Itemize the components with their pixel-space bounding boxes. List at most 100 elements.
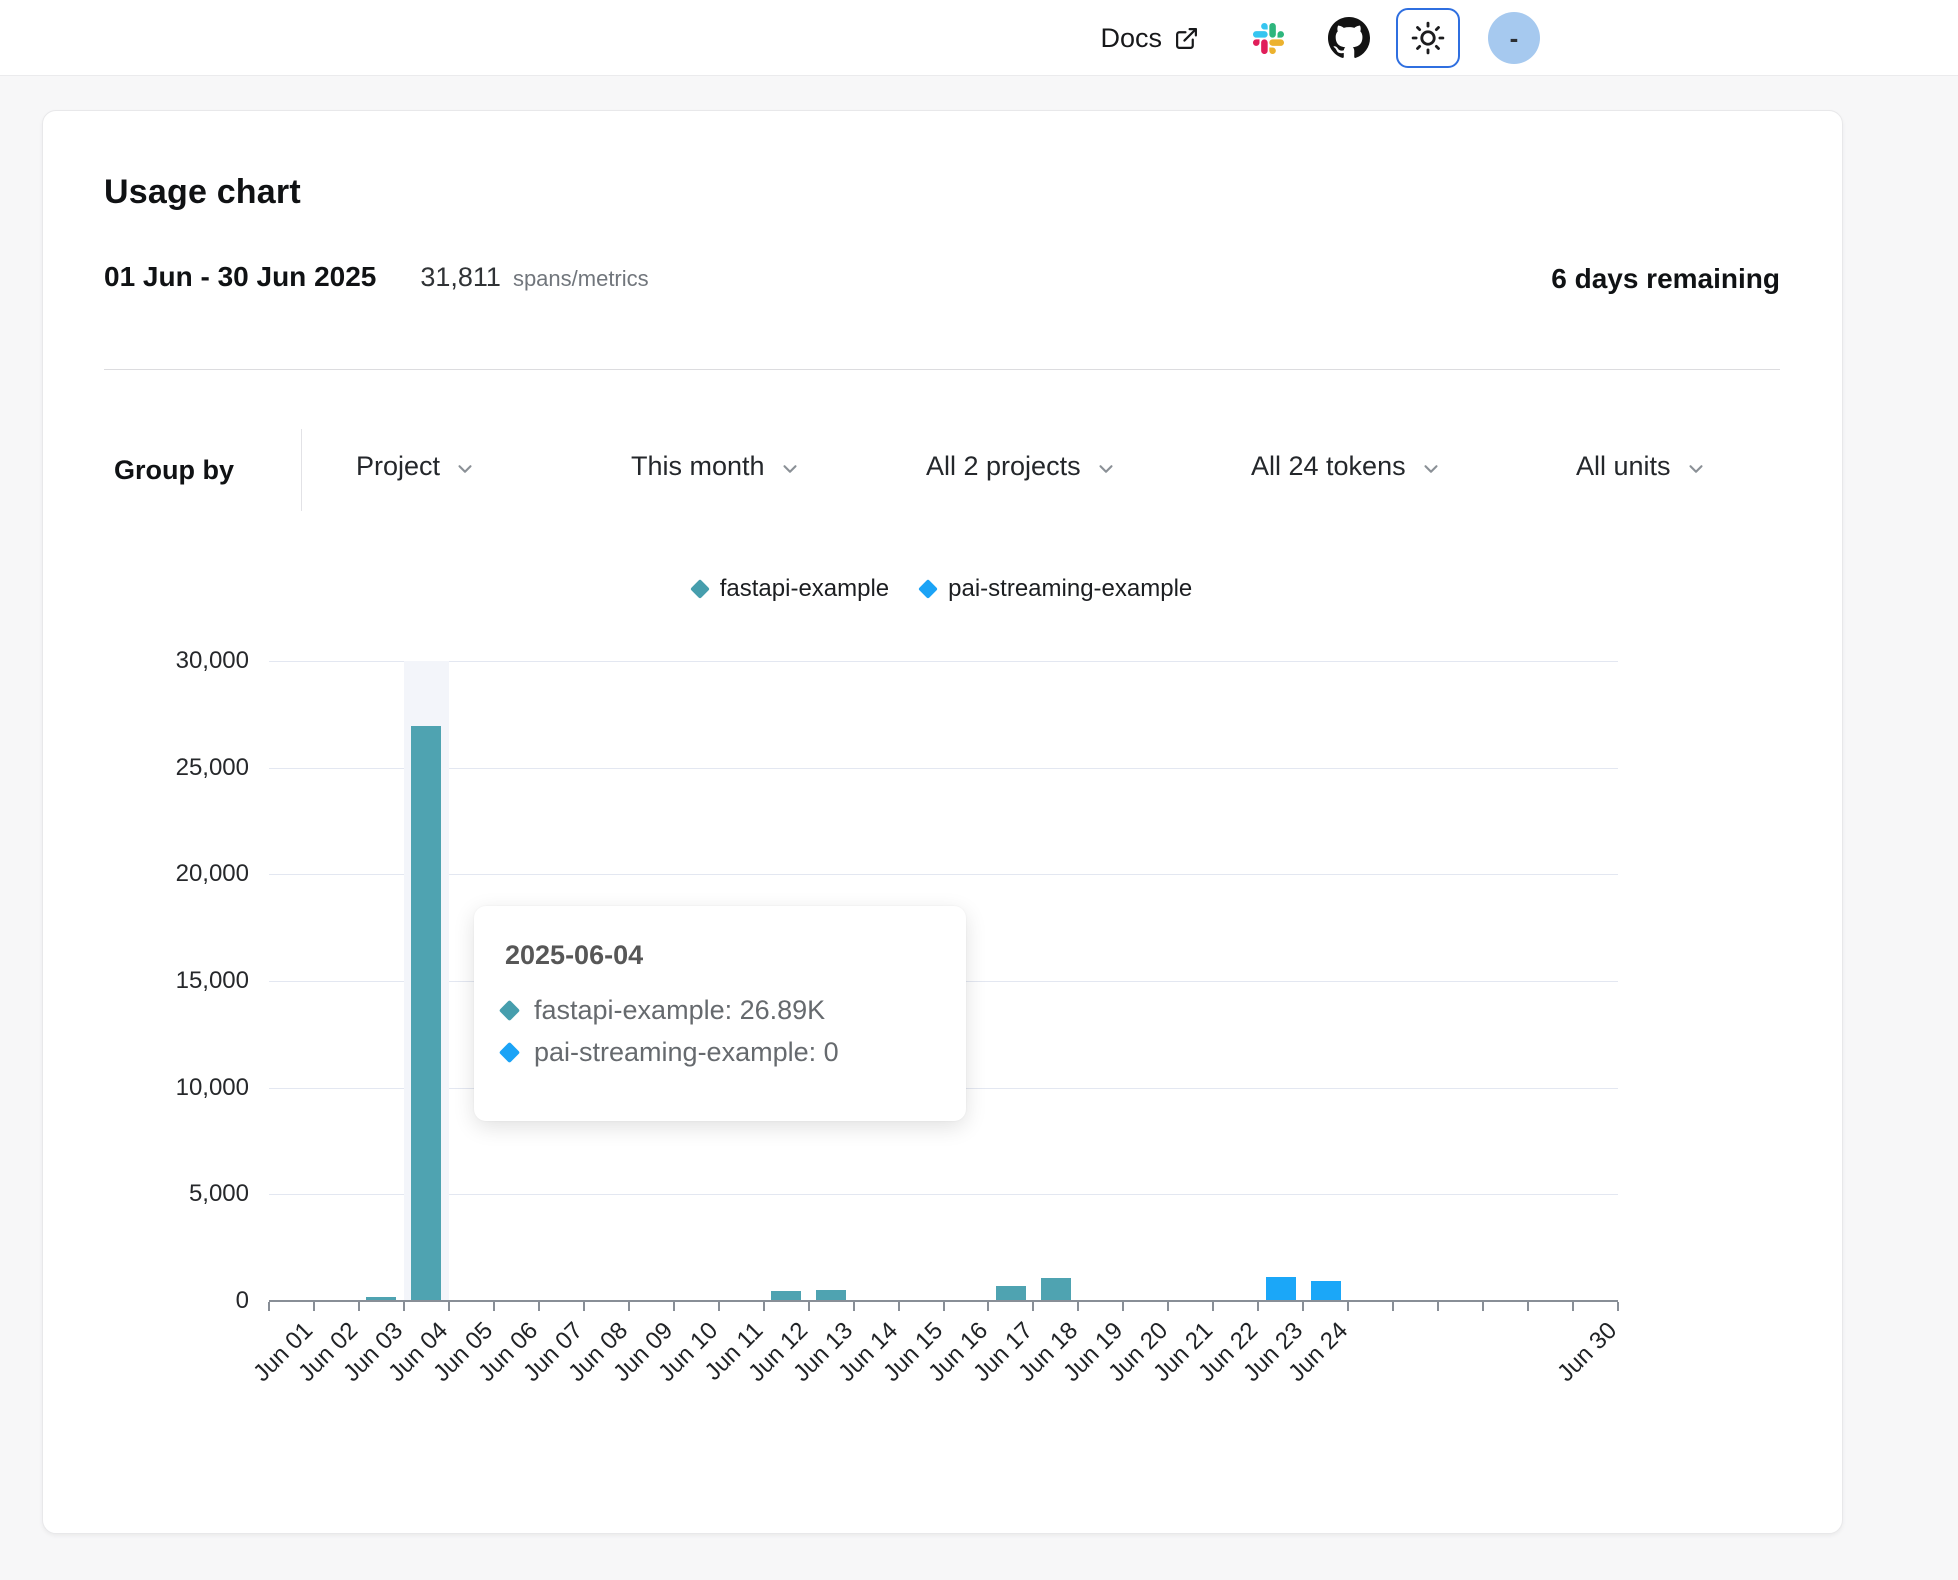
y-axis-label: 20,000	[109, 860, 249, 888]
x-axis-tick	[268, 1302, 270, 1311]
diamond-icon	[918, 579, 938, 599]
bar[interactable]	[996, 1286, 1026, 1300]
x-axis-tick	[898, 1302, 900, 1311]
total-unit: spans/metrics	[513, 266, 649, 292]
bar[interactable]	[1311, 1281, 1341, 1300]
bar[interactable]	[1266, 1277, 1296, 1300]
page-title: Usage chart	[104, 173, 301, 212]
chevron-down-icon	[1685, 458, 1707, 480]
group-by-project-dropdown[interactable]: Project	[356, 451, 476, 482]
y-axis-label: 30,000	[109, 647, 249, 675]
avatar-label: -	[1510, 23, 1519, 54]
x-axis-tick	[853, 1302, 855, 1311]
x-axis-tick	[1032, 1302, 1034, 1311]
tooltip-item: pai-streaming-example: 0	[502, 1031, 938, 1073]
legend-label: fastapi-example	[720, 575, 889, 603]
x-axis-tick	[1392, 1302, 1394, 1311]
days-remaining: 6 days remaining	[1551, 263, 1780, 295]
tooltip-item-text: pai-streaming-example: 0	[534, 1037, 839, 1068]
period-row: 01 Jun - 30 Jun 2025 31,811 spans/metric…	[104, 261, 1780, 301]
x-axis-tick	[1257, 1302, 1259, 1311]
x-axis-tick	[313, 1302, 315, 1311]
y-axis-label: 5,000	[109, 1180, 249, 1208]
x-axis-tick	[1617, 1302, 1619, 1311]
tokens-filter-dropdown[interactable]: All 24 tokens	[1251, 451, 1442, 482]
x-axis-tick	[1347, 1302, 1349, 1311]
external-link-icon	[1174, 26, 1199, 51]
x-axis-tick	[1527, 1302, 1529, 1311]
x-axis-tick	[1437, 1302, 1439, 1311]
diamond-icon	[690, 579, 710, 599]
x-axis-tick	[808, 1302, 810, 1311]
x-axis-tick	[448, 1302, 450, 1311]
tooltip-item: fastapi-example: 26.89K	[502, 989, 938, 1031]
x-axis-tick	[1572, 1302, 1574, 1311]
docs-link-label: Docs	[1100, 23, 1162, 54]
tooltip-items: fastapi-example: 26.89K pai-streaming-exa…	[502, 989, 938, 1073]
dropdown-label: All units	[1576, 451, 1671, 482]
y-axis-label: 10,000	[109, 1074, 249, 1102]
filter-row: Group by Project This month All 2 projec…	[43, 449, 1842, 493]
tooltip-item-text: fastapi-example: 26.89K	[534, 995, 825, 1026]
chevron-down-icon	[1095, 458, 1117, 480]
x-axis-tick	[358, 1302, 360, 1311]
y-grid-line	[269, 661, 1618, 662]
x-axis-tick	[1167, 1302, 1169, 1311]
dropdown-label: Project	[356, 451, 440, 482]
date-range-dropdown[interactable]: This month	[631, 451, 801, 482]
chart-tooltip: 2025-06-04 fastapi-example: 26.89K pai-st…	[474, 906, 966, 1121]
x-axis-label: Jun 30	[1553, 1317, 1624, 1388]
x-axis-tick	[1077, 1302, 1079, 1311]
dropdown-label: All 24 tokens	[1251, 451, 1406, 482]
x-axis-tick	[1122, 1302, 1124, 1311]
x-axis-tick	[943, 1302, 945, 1311]
legend-label: pai-streaming-example	[948, 575, 1192, 603]
docs-link[interactable]: Docs	[1100, 23, 1199, 54]
usage-card: Usage chart 01 Jun - 30 Jun 2025 31,811 …	[42, 110, 1843, 1534]
x-axis-tick	[403, 1302, 405, 1311]
chevron-down-icon	[779, 458, 801, 480]
theme-toggle-button[interactable]	[1396, 8, 1460, 68]
date-range: 01 Jun - 30 Jun 2025	[104, 261, 376, 293]
x-axis-tick	[583, 1302, 585, 1311]
avatar[interactable]: -	[1488, 12, 1540, 64]
diamond-icon	[499, 1041, 520, 1062]
x-axis-tick	[628, 1302, 630, 1311]
y-axis-label: 0	[109, 1287, 249, 1315]
dropdown-label: This month	[631, 451, 765, 482]
legend-item[interactable]: pai-streaming-example	[921, 575, 1192, 603]
x-axis-tick	[1212, 1302, 1214, 1311]
x-axis-tick	[718, 1302, 720, 1311]
projects-filter-dropdown[interactable]: All 2 projects	[926, 451, 1117, 482]
units-filter-dropdown[interactable]: All units	[1576, 451, 1707, 482]
diamond-icon	[499, 999, 520, 1020]
sun-icon	[1411, 21, 1445, 55]
total-count: 31,811	[420, 262, 501, 293]
group-by-label: Group by	[114, 455, 234, 486]
x-axis-tick	[987, 1302, 989, 1311]
bar[interactable]	[1041, 1278, 1071, 1300]
legend-item[interactable]: fastapi-example	[693, 575, 889, 603]
dropdown-label: All 2 projects	[926, 451, 1081, 482]
tooltip-title: 2025-06-04	[505, 940, 938, 971]
x-axis-tick	[673, 1302, 675, 1311]
topbar-actions: Docs	[1100, 0, 1540, 76]
x-axis-tick	[538, 1302, 540, 1311]
y-axis-label: 15,000	[109, 967, 249, 995]
bar[interactable]	[411, 726, 441, 1300]
y-grid-line	[269, 1194, 1618, 1195]
slack-icon[interactable]	[1253, 23, 1284, 54]
y-axis-label: 25,000	[109, 754, 249, 782]
github-icon[interactable]	[1328, 17, 1370, 59]
vertical-divider	[301, 429, 302, 511]
x-axis-tick	[493, 1302, 495, 1311]
bar[interactable]	[771, 1291, 801, 1300]
chevron-down-icon	[454, 458, 476, 480]
chart-legend: fastapi-example pai-streaming-example	[43, 573, 1842, 605]
divider	[104, 369, 1780, 370]
y-grid-line	[269, 874, 1618, 875]
chevron-down-icon	[1420, 458, 1442, 480]
bar[interactable]	[816, 1290, 846, 1300]
x-axis-tick	[763, 1302, 765, 1311]
x-axis-tick	[1482, 1302, 1484, 1311]
